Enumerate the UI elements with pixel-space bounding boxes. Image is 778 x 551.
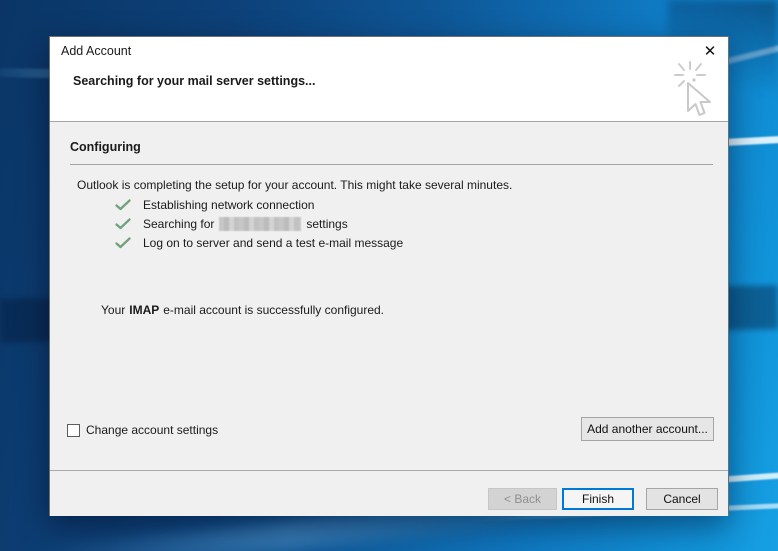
result-text: Your IMAP e-mail account is successfully c…: [101, 303, 384, 317]
result-prefix: Your: [101, 303, 126, 317]
result-protocol: IMAP: [129, 303, 160, 317]
change-settings-row: Change account settings: [67, 423, 218, 437]
header-status-text: Searching for your mail server settings.…: [73, 74, 316, 88]
close-icon[interactable]: ✕: [701, 42, 719, 60]
check-icon: [115, 218, 131, 230]
step-logon-test-message: Log on to server and send a test e-mail …: [115, 236, 403, 250]
section-heading: Configuring: [70, 140, 141, 154]
change-settings-label: Change account settings: [86, 423, 219, 437]
dialog-footer: < Back Finish Cancel: [50, 470, 728, 516]
step-network-connection: Establishing network connection: [115, 198, 314, 212]
step-label-suffix: settings: [306, 217, 348, 231]
add-account-dialog: Add Account ✕ Searching for your mail se…: [49, 36, 729, 516]
dialog-title: Add Account: [61, 44, 132, 58]
result-suffix: e-mail account is successfully configure…: [163, 303, 385, 317]
busy-cursor-icon: [666, 59, 718, 126]
step-label: Establishing network connection: [143, 198, 315, 212]
intro-text: Outlook is completing the setup for your…: [77, 178, 513, 192]
section-divider: [70, 164, 713, 165]
step-label-prefix: Searching for: [143, 217, 215, 231]
step-searching-settings: Searching for settings: [115, 217, 348, 231]
back-button: < Back: [488, 488, 557, 510]
finish-button[interactable]: Finish: [562, 488, 634, 510]
check-icon: [115, 199, 131, 211]
change-settings-checkbox[interactable]: [67, 423, 80, 437]
dialog-header: Add Account ✕ Searching for your mail se…: [50, 37, 728, 122]
cancel-button[interactable]: Cancel: [646, 488, 718, 510]
redacted-account-name: [219, 217, 302, 231]
step-label: Log on to server and send a test e-mail …: [143, 236, 404, 250]
add-another-account-button[interactable]: Add another account...: [581, 417, 714, 441]
check-icon: [115, 237, 131, 249]
